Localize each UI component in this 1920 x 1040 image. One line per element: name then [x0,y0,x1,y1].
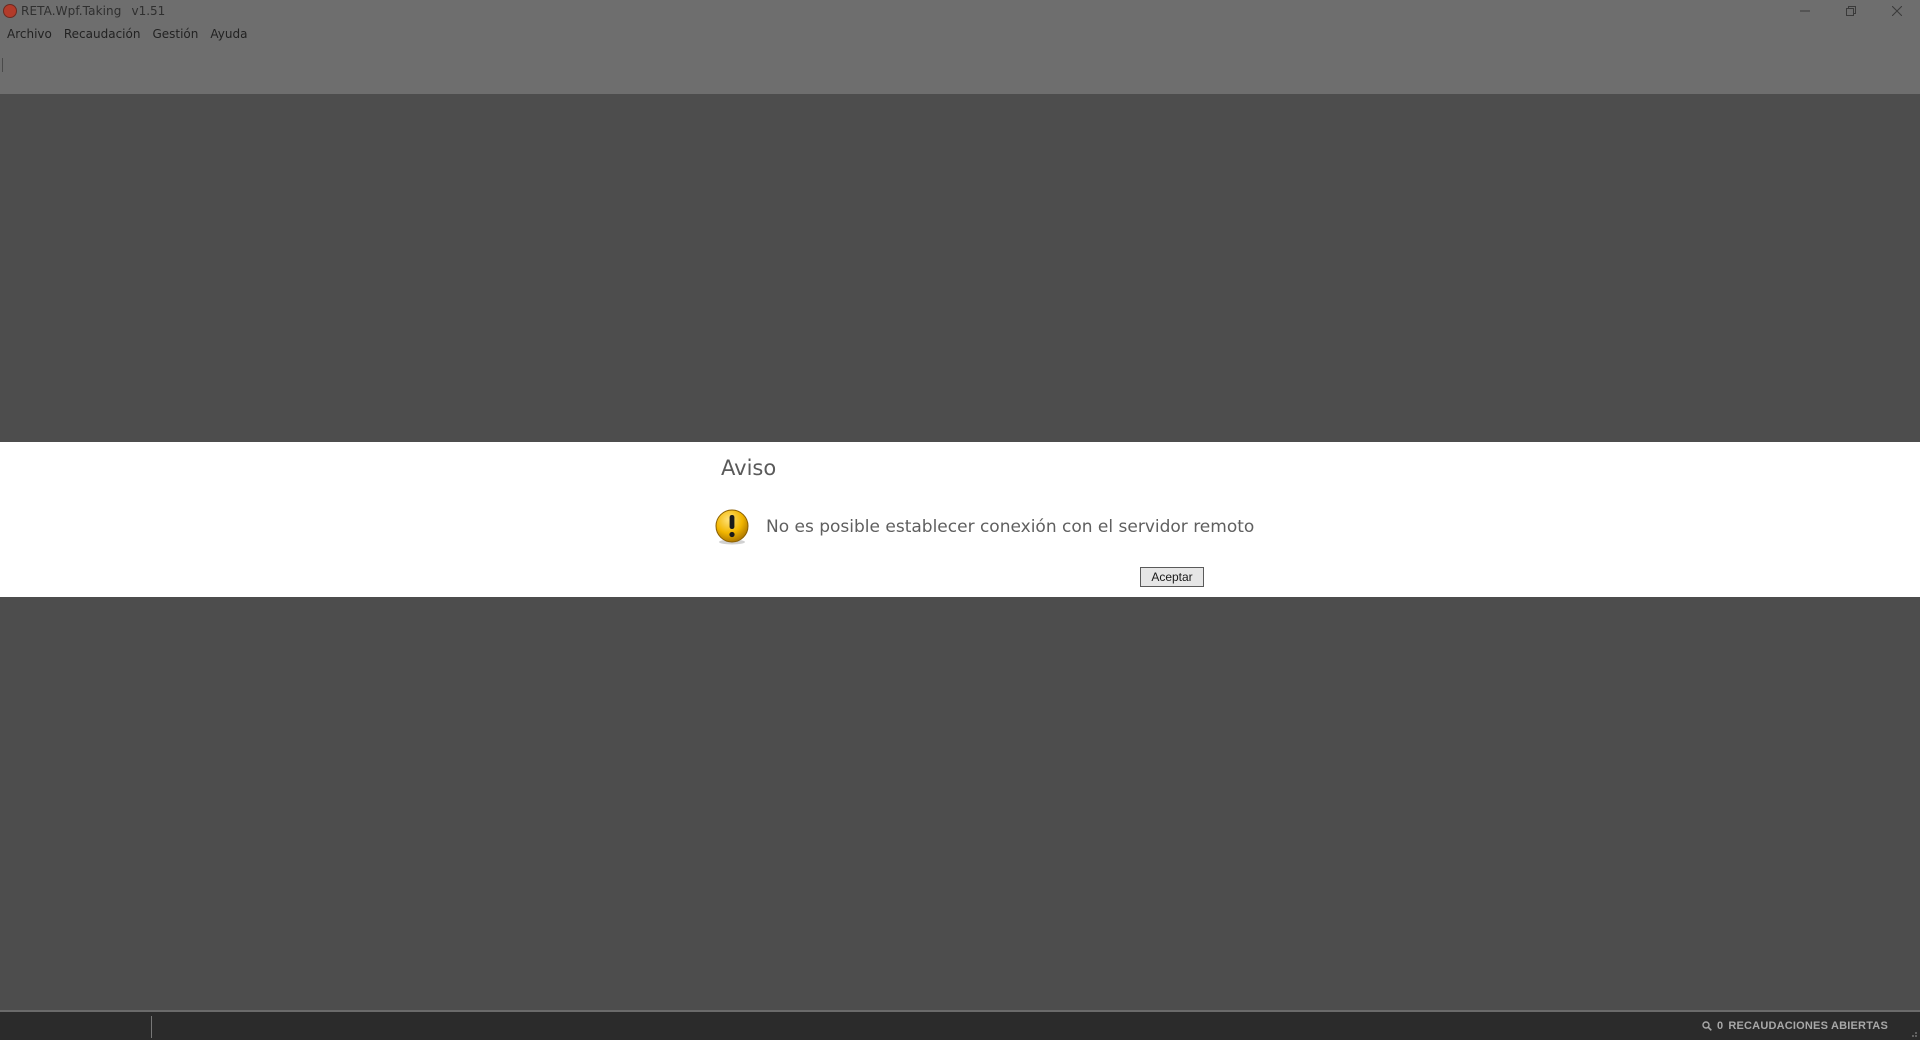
restore-icon [1846,6,1856,16]
toolbar [0,46,1920,94]
menu-archivo[interactable]: Archivo [0,22,58,46]
app-window: RETA.Wpf.Taking v1.51 Archivo Recaudació… [0,0,1920,1040]
menu-gestion[interactable]: Gestión [146,22,204,46]
dialog-message: No es posible establecer conexión con el… [766,517,1255,537]
message-dialog: Aviso No es posible establecer conexión … [0,442,1920,597]
menu-bar: Archivo Recaudación Gestión Ayuda [0,22,1920,46]
warning-icon [715,509,749,545]
toolbar-separator [2,58,3,72]
resize-grip-icon[interactable] [1908,1028,1918,1038]
modal-overlay-top [1,94,1919,442]
status-divider [151,1016,152,1038]
modal-overlay-bottom [1,597,1919,1010]
status-bar: 0 RECAUDACIONES ABIERTAS [0,1010,1920,1040]
title-bar: RETA.Wpf.Taking v1.51 [0,0,1920,22]
close-icon [1892,6,1902,16]
menu-ayuda[interactable]: Ayuda [204,22,253,46]
dialog-title: Aviso [721,456,777,480]
app-version: v1.51 [131,4,166,18]
open-takings-label: RECAUDACIONES ABIERTAS [1728,1020,1888,1032]
open-takings-indicator[interactable]: 0 RECAUDACIONES ABIERTAS [1702,1012,1888,1040]
search-icon [1702,1021,1712,1031]
window-controls [1782,0,1920,22]
open-takings-count: 0 [1717,1020,1724,1032]
minimize-icon [1800,10,1810,12]
window-title: RETA.Wpf.Taking [21,4,122,18]
minimize-button[interactable] [1782,0,1828,22]
accept-button[interactable]: Aceptar [1140,567,1204,587]
app-logo-icon [3,4,17,18]
menu-recaudacion[interactable]: Recaudación [58,22,147,46]
close-button[interactable] [1874,0,1920,22]
restore-button[interactable] [1828,0,1874,22]
